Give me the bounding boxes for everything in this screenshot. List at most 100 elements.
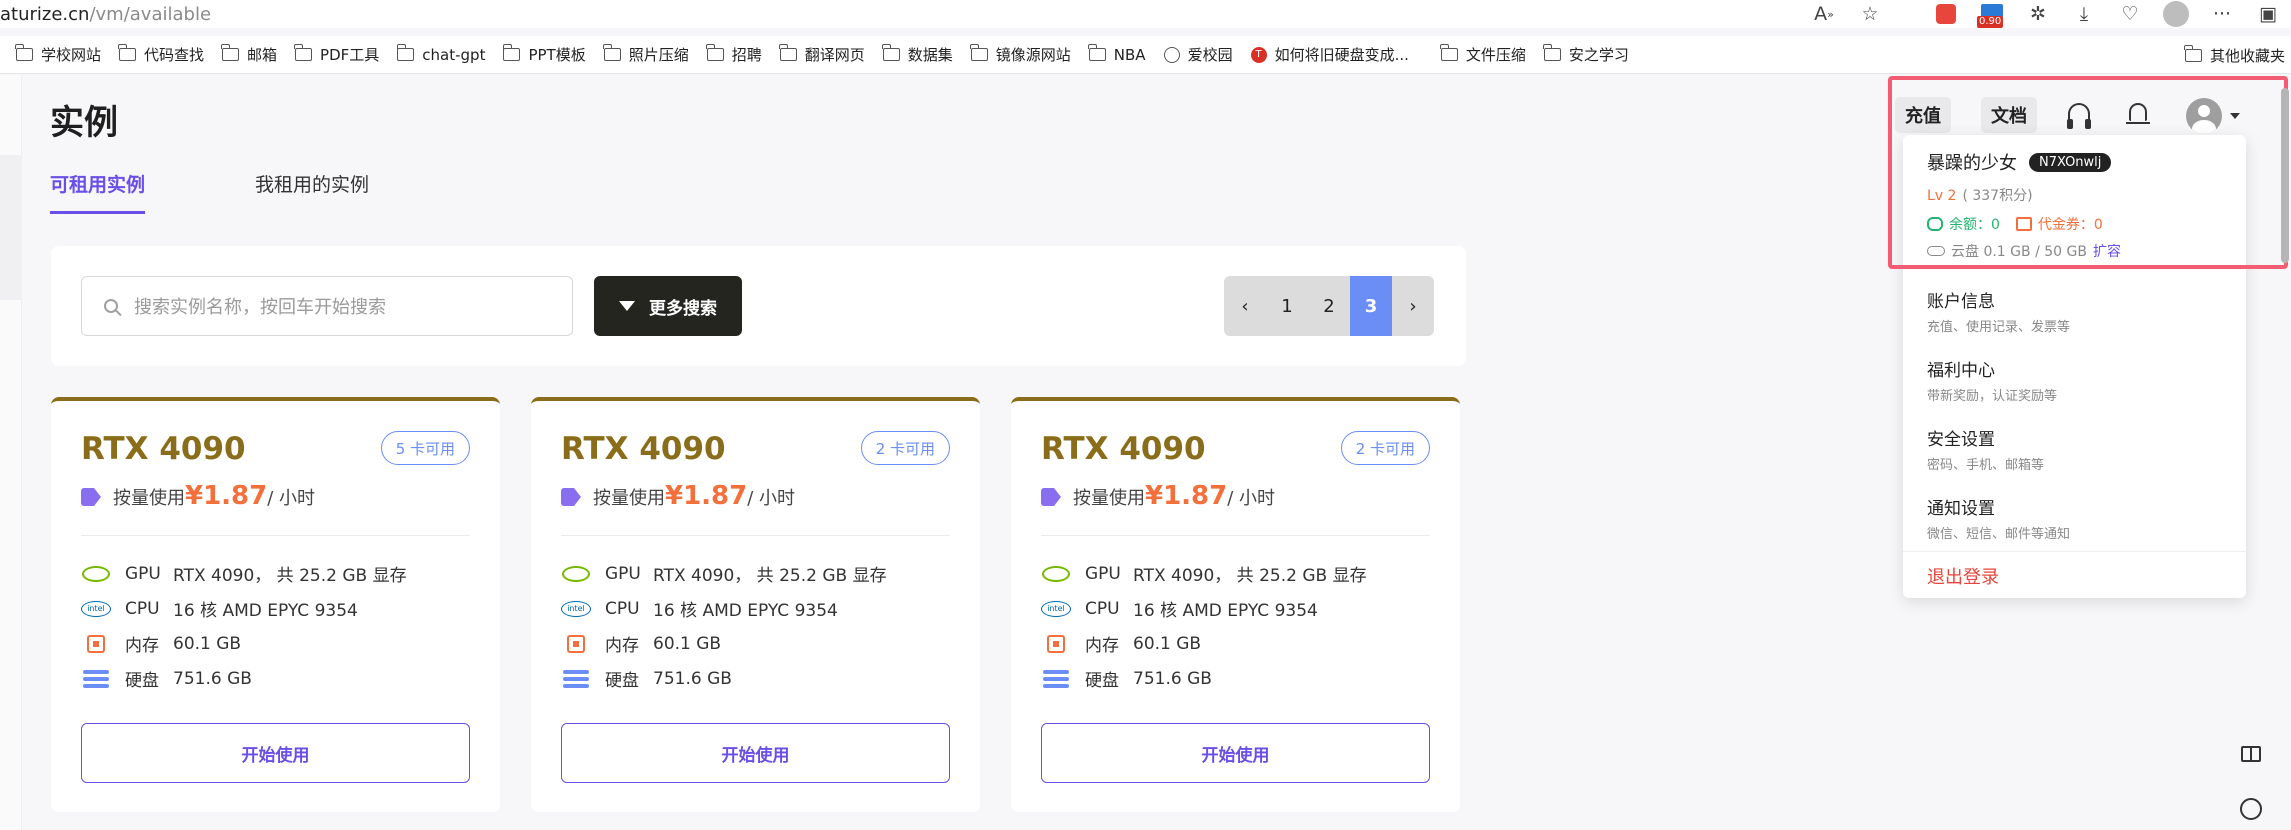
url-text[interactable]: aturize.cn/vm/available	[0, 4, 211, 25]
scrollbar-thumb[interactable]	[2281, 88, 2289, 263]
floating-side-icons	[2236, 746, 2266, 820]
divider	[1903, 551, 2246, 552]
bookmark-item[interactable]: 照片压缩	[603, 44, 689, 65]
instance-card: RTX 4090 2 卡可用 按量使用 ¥1.87/ 小时 GPU RTX 4090…	[531, 397, 980, 812]
bookmark-label: chat-gpt	[422, 45, 486, 64]
bookmark-label: PDF工具	[320, 46, 380, 64]
instance-card: RTX 4090 5 卡可用 按量使用 ¥1.87/ 小时 GPU RTX 4090…	[51, 397, 500, 812]
search-input[interactable]: 搜索实例名称，按回车开始搜索	[81, 276, 573, 336]
tab-my-instances[interactable]: 我租用的实例	[255, 170, 369, 214]
sidebar-toggle-icon[interactable]: ▣	[2245, 0, 2291, 28]
bookmark-item[interactable]: 文件压缩	[1440, 44, 1526, 65]
divider	[561, 535, 950, 536]
bookmark-item[interactable]: PPT模板	[502, 44, 586, 65]
page-button-2[interactable]: 2	[1308, 276, 1350, 336]
folder-icon	[2184, 44, 2202, 62]
logout-button[interactable]: 退出登录	[1927, 563, 1999, 589]
spec-value: 751.6 GB	[653, 668, 732, 689]
bookmark-item[interactable]: chat-gpt	[396, 44, 486, 64]
folder-icon	[221, 44, 240, 61]
bookmark-item[interactable]: 招聘	[706, 44, 762, 65]
menu-item-title: 安全设置	[1927, 430, 1995, 450]
start-using-button[interactable]: 开始使用	[81, 723, 470, 783]
divider	[81, 535, 470, 536]
nvidia-icon	[561, 565, 591, 583]
prev-page-button[interactable]: ‹	[1224, 276, 1266, 336]
chip-icon	[1041, 634, 1071, 653]
start-using-button[interactable]: 开始使用	[561, 723, 950, 783]
download-icon[interactable]: ⤓	[2061, 0, 2107, 28]
browser-url-bar[interactable]: aturize.cn/vm/available A» ☆ 0.90 ✲ ⤓ ♡ …	[0, 0, 2291, 28]
bookmark-item[interactable]: 学校网站	[15, 44, 102, 65]
bookmark-item[interactable]: 翻译网页	[779, 44, 865, 65]
bookmark-item[interactable]: 数据集	[882, 44, 953, 65]
instance-name: RTX 4090	[561, 431, 726, 467]
favorite-star-icon[interactable]: ☆	[1847, 0, 1893, 28]
page-button-3[interactable]: 3	[1350, 276, 1392, 336]
performance-heart-icon[interactable]: ♡	[2107, 0, 2153, 28]
spec-value: 60.1 GB	[1133, 633, 1202, 654]
next-page-button[interactable]: ›	[1392, 276, 1434, 336]
menu-item-notification-settings[interactable]: 通知设置 微信、短信、邮件等通知	[1927, 494, 2070, 542]
chip-icon	[561, 634, 591, 653]
instance-card: RTX 4090 2 卡可用 按量使用 ¥1.87/ 小时 GPU RTX 4090…	[1011, 397, 1460, 812]
book-icon[interactable]	[2241, 746, 2261, 762]
bookmark-item[interactable]: 爱校园	[1163, 44, 1233, 65]
intel-icon: intel	[81, 600, 111, 618]
price-tag-icon	[561, 488, 581, 506]
tab-available-instances[interactable]: 可租用实例	[50, 170, 146, 214]
price-unit: / 小时	[1227, 488, 1276, 509]
profile-avatar[interactable]	[2153, 0, 2199, 28]
folder-icon	[1088, 44, 1106, 61]
menu-item-welfare-center[interactable]: 福利中心 带新奖励，认证奖励等	[1927, 356, 2057, 404]
spec-key: GPU	[605, 563, 641, 584]
nvidia-icon	[1041, 565, 1071, 583]
menu-item-security-settings[interactable]: 安全设置密码、手机、邮箱等	[1927, 425, 2044, 473]
menu-item-account-info[interactable]: 账户信息 充值、使用记录、发票等	[1927, 287, 2070, 335]
instance-name: RTX 4090	[1041, 431, 1206, 467]
bookmark-item[interactable]: 安之学习	[1543, 44, 1629, 65]
folder-icon	[603, 44, 621, 61]
read-aloud-icon[interactable]: A»	[1801, 0, 1847, 28]
bookmark-item[interactable]: 代码查找	[118, 44, 204, 65]
price-row: 按量使用 ¥1.87/ 小时	[81, 481, 315, 511]
extensions-puzzle-icon[interactable]: ✲	[2015, 0, 2061, 28]
bookmark-item[interactable]: NBA	[1088, 44, 1146, 64]
more-search-label: 更多搜索	[649, 298, 717, 319]
bookmark-label: 学校网站	[41, 46, 102, 64]
start-using-button[interactable]: 开始使用	[1041, 723, 1430, 783]
folder-icon	[779, 44, 797, 61]
more-search-button[interactable]: 更多搜索	[594, 276, 742, 336]
spec-key: 硬盘	[125, 671, 159, 691]
bookmark-item[interactable]: 邮箱	[221, 44, 278, 65]
url-path: /vm/available	[89, 3, 212, 25]
price-value: ¥1.87	[665, 481, 748, 511]
folder-icon	[1440, 44, 1458, 61]
spec-key: 内存	[1085, 636, 1119, 656]
other-bookmarks[interactable]: 其他收藏夹	[2184, 36, 2285, 74]
bookmark-item[interactable]: 镜像源网站	[970, 44, 1071, 65]
spec-key: CPU	[605, 598, 640, 619]
browser-toolbar-icons: A» ☆ 0.90 ✲ ⤓ ♡ ··· ▣	[1801, 0, 2291, 28]
price-row: 按量使用 ¥1.87/ 小时	[561, 481, 795, 511]
menu-item-subtitle: 带新奖励，认证奖励等	[1927, 389, 2058, 404]
extension-red-icon[interactable]	[1923, 0, 1969, 28]
bookmark-label: 邮箱	[247, 46, 278, 64]
spec-value: 751.6 GB	[1133, 668, 1212, 689]
bookmark-label: 招聘	[731, 46, 762, 64]
bookmark-item[interactable]: PDF工具	[294, 44, 380, 65]
menu-item-subtitle: 密码、手机、邮箱等	[1927, 458, 2045, 473]
spec-cpu: intel CPU 16 核 AMD EPYC 9354	[1041, 596, 1318, 621]
spec-gpu: GPU RTX 4090， 共 25.2 GB 显存	[561, 561, 887, 586]
spec-value: 16 核 AMD EPYC 9354	[1133, 601, 1318, 621]
price-unit: / 小时	[267, 488, 316, 509]
more-menu-icon[interactable]: ···	[2199, 0, 2245, 28]
spec-value: 751.6 GB	[173, 668, 252, 689]
instance-name: RTX 4090	[81, 431, 246, 467]
spec-key: 硬盘	[605, 671, 639, 691]
broadcast-icon[interactable]	[2240, 798, 2262, 820]
extension-score-icon[interactable]: 0.90	[1969, 0, 2015, 28]
page-button-1[interactable]: 1	[1266, 276, 1308, 336]
bookmark-item[interactable]: T 如何将旧硬盘变成...	[1250, 44, 1409, 65]
price-prefix: 按量使用	[1073, 488, 1145, 509]
